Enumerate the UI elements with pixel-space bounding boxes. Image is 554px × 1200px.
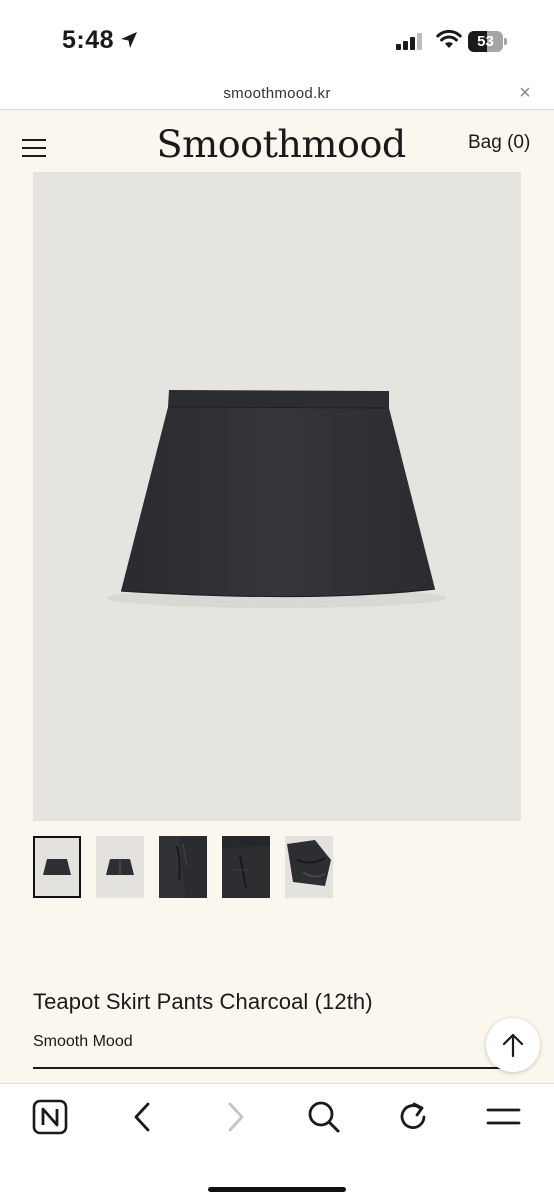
product-thumbnail-4[interactable] (222, 836, 270, 898)
search-icon (308, 1101, 340, 1133)
cellular-signal-icon (396, 33, 422, 50)
naver-home-button[interactable] (32, 1099, 72, 1139)
menu-button[interactable] (486, 1099, 526, 1139)
battery-percent: 53 (477, 33, 494, 50)
battery-tip (504, 38, 507, 45)
forward-button[interactable] (220, 1099, 260, 1139)
back-button[interactable] (128, 1099, 168, 1139)
site-header: Smoothmood Bag (0) (0, 111, 554, 173)
site-logo[interactable]: Smoothmood (156, 119, 406, 171)
url-text[interactable]: smoothmood.kr (0, 85, 554, 102)
divider (33, 1067, 503, 1069)
address-bar[interactable]: smoothmood.kr × (0, 76, 554, 110)
scroll-to-top-button[interactable] (486, 1018, 540, 1072)
search-button[interactable] (306, 1099, 346, 1139)
battery-icon: 53 (468, 31, 508, 52)
menu-icon (486, 1108, 521, 1125)
product-main-image[interactable] (33, 172, 521, 821)
naver-home-icon (32, 1099, 68, 1135)
location-arrow-icon (121, 32, 137, 48)
product-title: Teapot Skirt Pants Charcoal (12th) (33, 989, 373, 1014)
reload-button[interactable] (396, 1099, 436, 1139)
reload-icon (400, 1102, 426, 1129)
back-icon (134, 1102, 150, 1132)
product-thumbnail-5[interactable] (285, 836, 333, 898)
bag-link[interactable]: Bag (0) (468, 132, 530, 154)
forward-icon (228, 1102, 244, 1132)
hamburger-menu-icon[interactable] (22, 139, 46, 159)
wifi-icon (436, 30, 462, 48)
arrow-up-icon (502, 1033, 524, 1058)
product-thumbnail-1[interactable] (33, 836, 81, 898)
home-indicator (208, 1187, 346, 1192)
product-thumbnail-3[interactable] (159, 836, 207, 898)
browser-toolbar (0, 1083, 554, 1200)
status-bar: 5:48 53 (0, 0, 554, 76)
close-icon[interactable]: × (514, 82, 536, 104)
battery-body: 53 (468, 31, 503, 52)
product-thumbnail-2[interactable] (96, 836, 144, 898)
brand-name: Smooth Mood (33, 1033, 133, 1050)
status-time: 5:48 (62, 26, 115, 54)
skirt-illustration (107, 390, 447, 608)
